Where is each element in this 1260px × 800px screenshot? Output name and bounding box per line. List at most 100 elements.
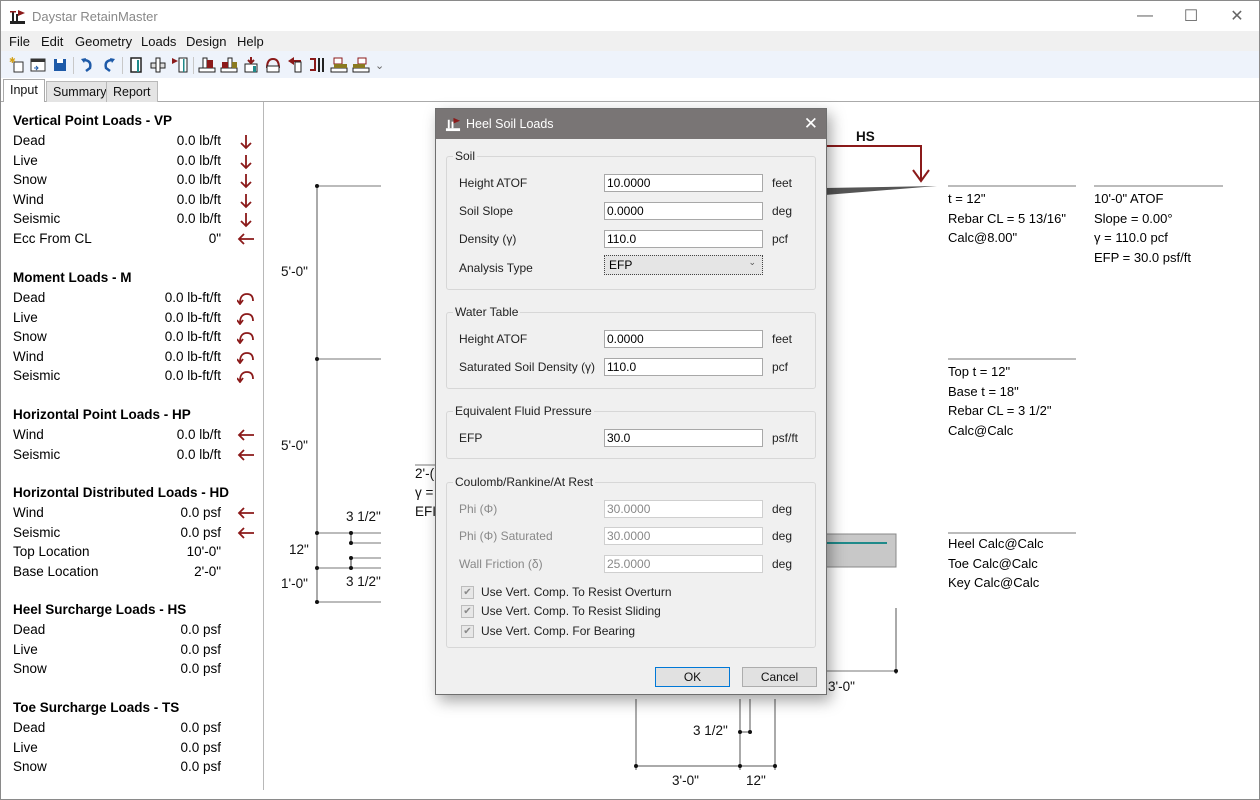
dim-label: 3 1/2" bbox=[693, 723, 728, 738]
dim-point bbox=[748, 730, 752, 734]
note-line: t = 12" bbox=[948, 191, 986, 206]
dialog-title-bar[interactable]: Heel Soil Loads ✕ bbox=[436, 109, 826, 139]
dim-point bbox=[738, 730, 742, 734]
efp-input[interactable] bbox=[604, 429, 763, 447]
menu-edit[interactable]: Edit bbox=[41, 34, 63, 49]
soil-density-input[interactable] bbox=[604, 230, 763, 248]
dialog-close-button[interactable]: ✕ bbox=[804, 114, 818, 134]
soil-height-input[interactable] bbox=[604, 174, 763, 192]
surcharge-icon[interactable] bbox=[242, 56, 260, 74]
checkbox-resist-sliding[interactable]: ✔ Use Vert. Comp. To Resist Sliding bbox=[461, 604, 661, 618]
load-label: Dead bbox=[13, 622, 46, 637]
load-value: 0.0 lb-ft/ft bbox=[164, 290, 221, 305]
dim-label: 3 1/2" bbox=[346, 574, 381, 589]
group-title: Moment Loads - M bbox=[13, 270, 132, 285]
heel-surcharge-icon[interactable] bbox=[330, 56, 348, 74]
dim-point bbox=[738, 764, 742, 768]
checkbox-bearing[interactable]: ✔ Use Vert. Comp. For Bearing bbox=[461, 624, 635, 638]
toolbar-separator bbox=[73, 57, 74, 74]
tab-input[interactable]: Input bbox=[3, 79, 45, 103]
tab-strip: Input Summary Report bbox=[1, 79, 1259, 103]
load-value: 0.0 psf bbox=[180, 739, 221, 755]
ok-button[interactable]: OK bbox=[655, 667, 730, 687]
dim-point bbox=[315, 357, 319, 361]
wall-stem-icon[interactable] bbox=[127, 56, 145, 74]
save-icon[interactable] bbox=[51, 56, 69, 74]
toe-soil-load-icon[interactable] bbox=[220, 56, 238, 74]
checkbox-label: Use Vert. Comp. For Bearing bbox=[481, 624, 636, 638]
dialog-title: Heel Soil Loads bbox=[466, 117, 554, 131]
chevron-down-icon: ⌄ bbox=[748, 257, 756, 267]
load-label: Top Location bbox=[13, 544, 90, 560]
soil-slope-input[interactable] bbox=[604, 202, 763, 220]
field-label: EFP bbox=[459, 431, 483, 445]
arch-load-icon[interactable] bbox=[264, 56, 282, 74]
load-label: Live bbox=[13, 309, 38, 325]
menu-file[interactable]: File bbox=[9, 34, 30, 49]
tab-summary[interactable]: Summary bbox=[46, 81, 114, 102]
open-file-icon[interactable] bbox=[29, 56, 47, 74]
group-title: Horizontal Distributed Loads - HD bbox=[13, 485, 229, 500]
footing-icon[interactable] bbox=[149, 56, 167, 74]
load-label: Wind bbox=[13, 505, 44, 520]
analysis-type-select[interactable]: EFP ⌄ bbox=[604, 255, 763, 275]
left-arrow-icon bbox=[237, 448, 255, 462]
left-arrow-icon bbox=[237, 428, 255, 442]
heel-soil-load-icon[interactable] bbox=[198, 56, 216, 74]
note-line: EFP = 30.0 psf/ft bbox=[1094, 249, 1191, 265]
soil-group: Soil Height ATOF feet Soil Slope deg Den… bbox=[446, 149, 816, 290]
minimize-button[interactable]: — bbox=[1122, 1, 1168, 31]
note-line: Heel Calc@Calc bbox=[948, 536, 1044, 551]
loads-panel: Vertical Point Loads - VP Dead 0.0 lb/ft Li… bbox=[1, 102, 264, 790]
redo-icon[interactable] bbox=[100, 56, 118, 74]
maximize-button[interactable]: ☐ bbox=[1168, 1, 1214, 31]
field-label: Height ATOF bbox=[459, 332, 528, 346]
new-file-icon[interactable]: ✱ bbox=[8, 56, 26, 74]
checkmark-icon: ✔ bbox=[461, 604, 474, 618]
close-button[interactable]: ✕ bbox=[1214, 1, 1260, 31]
load-label: Dead bbox=[13, 720, 46, 735]
dim-point bbox=[349, 531, 353, 535]
moment-load-icon[interactable] bbox=[308, 56, 326, 74]
horizontal-point-load-icon[interactable] bbox=[286, 56, 304, 74]
water-height-input[interactable] bbox=[604, 330, 763, 348]
toolbar-overflow-icon[interactable]: ⌄ bbox=[375, 59, 384, 72]
menu-loads[interactable]: Loads bbox=[141, 34, 176, 49]
undo-icon[interactable] bbox=[78, 56, 96, 74]
down-arrow-icon bbox=[237, 173, 255, 189]
moment-arrow-icon bbox=[236, 369, 255, 384]
tab-report[interactable]: Report bbox=[106, 81, 158, 102]
load-label: Snow bbox=[13, 329, 47, 345]
load-label: Wind bbox=[13, 348, 44, 364]
load-label: Live bbox=[13, 152, 38, 168]
field-label: Soil Slope bbox=[459, 204, 514, 218]
note-line: γ = 110.0 pcf bbox=[1094, 230, 1168, 245]
dim-point bbox=[315, 566, 319, 570]
stem-base-note: Top t = 12" Base t = 18" Rebar CL = 3 1/… bbox=[948, 362, 1052, 440]
down-arrow-icon bbox=[237, 212, 255, 228]
field-label: Saturated Soil Density (γ) bbox=[459, 360, 596, 374]
saturated-density-input[interactable] bbox=[604, 358, 763, 376]
cancel-button[interactable]: Cancel bbox=[742, 667, 817, 687]
toolbar-separator bbox=[193, 57, 194, 74]
moment-arrow-icon bbox=[236, 311, 255, 326]
toe-surcharge-icon[interactable] bbox=[352, 56, 370, 74]
vertical-point-load-icon[interactable] bbox=[171, 56, 189, 74]
menu-geometry[interactable]: Geometry bbox=[75, 34, 132, 49]
field-unit: pcf bbox=[772, 232, 789, 246]
field-unit: pcf bbox=[772, 360, 789, 374]
moment-arrow-icon bbox=[236, 350, 255, 365]
app-logo-icon bbox=[445, 117, 461, 132]
menu-design[interactable]: Design bbox=[186, 34, 226, 49]
field-label: Phi (Φ) Saturated bbox=[459, 529, 553, 543]
load-label: Live bbox=[13, 739, 38, 755]
partial-note-line: 2'-( bbox=[415, 466, 435, 481]
load-value: 0.0 lb-ft/ft bbox=[164, 348, 221, 364]
checkbox-resist-overturn[interactable]: ✔ Use Vert. Comp. To Resist Overturn bbox=[461, 585, 672, 599]
load-value: 0.0 psf bbox=[180, 759, 221, 775]
menu-help[interactable]: Help bbox=[237, 34, 264, 49]
select-value: EFP bbox=[609, 258, 633, 272]
title-bar: Daystar RetainMaster — ☐ ✕ bbox=[1, 1, 1259, 31]
dim-label: 5'-0" bbox=[281, 264, 308, 279]
load-label: Live bbox=[13, 641, 38, 657]
